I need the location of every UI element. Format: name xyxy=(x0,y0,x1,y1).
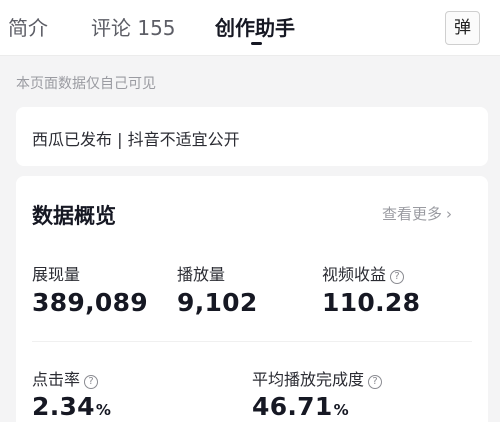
publish-status-card: 西瓜已发布 | 抖音不适宜公开 xyxy=(16,107,488,166)
view-more-label: 查看更多 xyxy=(382,205,443,223)
metrics-divider xyxy=(32,341,472,342)
metric-value-ctr: 2.34% xyxy=(32,392,112,421)
publish-status-text: 西瓜已发布 | 抖音不适宜公开 xyxy=(32,130,240,149)
active-tab-indicator xyxy=(251,42,262,45)
tab-comments[interactable]: 评论 155 xyxy=(91,14,176,42)
metric-value-plays: 9,102 xyxy=(177,288,258,317)
metric-label-impressions: 展现量 xyxy=(32,265,81,284)
metric-label-video-revenue: 视频收益? xyxy=(322,261,405,285)
data-overview-card: 数据概览 查看更多 › 展现量 389,089 播放量 9,102 视频收益? 1… xyxy=(16,176,488,422)
metric-label-avg-completion: 平均播放完成度? xyxy=(252,366,383,390)
privacy-notice: 本页面数据仅自己可见 xyxy=(16,76,156,92)
metric-label-ctr: 点击率? xyxy=(32,366,99,390)
tab-creator-assistant[interactable]: 创作助手 xyxy=(215,14,295,42)
tab-intro[interactable]: 简介 xyxy=(8,14,48,42)
question-circle-icon[interactable]: ? xyxy=(84,375,99,389)
view-more-link[interactable]: 查看更多 › xyxy=(382,203,452,224)
metric-label-plays: 播放量 xyxy=(177,265,226,284)
chevron-right-icon: › xyxy=(446,205,453,223)
tab-bar: 简介 评论 155 创作助手 弹 xyxy=(0,0,500,56)
metric-value-video-revenue: 110.28 xyxy=(322,288,421,317)
question-circle-icon[interactable]: ? xyxy=(390,270,405,284)
question-circle-icon[interactable]: ? xyxy=(368,375,383,389)
danmaku-toggle-button[interactable]: 弹 xyxy=(445,11,480,45)
metric-value-avg-completion: 46.71% xyxy=(252,392,349,421)
metric-value-impressions: 389,089 xyxy=(32,288,148,317)
overview-title: 数据概览 xyxy=(32,204,116,228)
